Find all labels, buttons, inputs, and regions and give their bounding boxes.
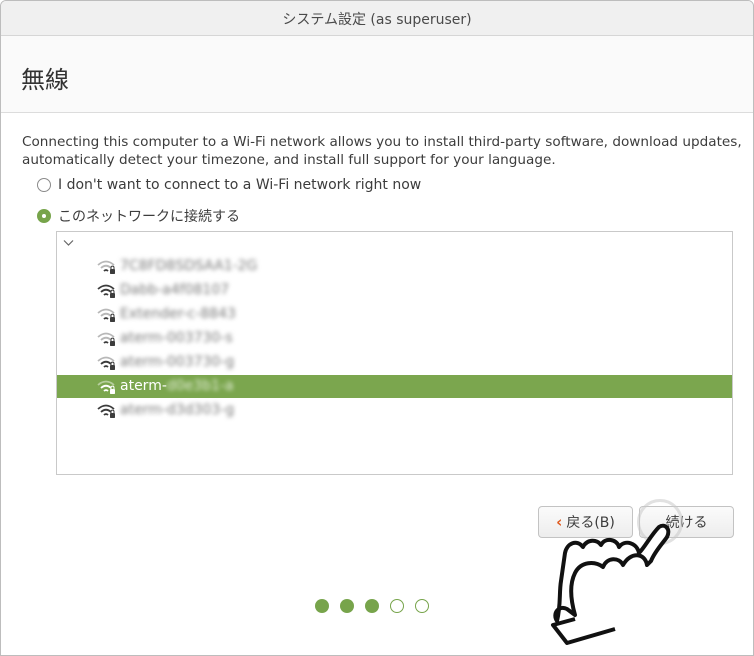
window-titlebar[interactable]: システム設定 (as superuser) bbox=[1, 1, 753, 36]
network-ssid-blurred: d0e3b1-a bbox=[166, 378, 234, 394]
network-row[interactable]: aterm-d3d303-g bbox=[57, 399, 732, 422]
radio-connect-network[interactable] bbox=[37, 209, 51, 223]
wifi-signal-lock-icon bbox=[97, 332, 115, 346]
network-row[interactable]: 7C8FD8SDSAA1-2G bbox=[57, 255, 732, 278]
progress-dot bbox=[415, 599, 429, 613]
progress-dot bbox=[365, 599, 379, 613]
page-title: 無線 bbox=[21, 66, 69, 94]
wifi-signal-lock-icon bbox=[97, 404, 115, 418]
pointing-hand-icon bbox=[551, 523, 671, 645]
installer-window: システム設定 (as superuser) 無線 Connecting this… bbox=[0, 0, 754, 656]
network-row[interactable]: aterm-d0e3b1-a bbox=[57, 375, 732, 398]
network-ssid: Dabb-a4f08107 bbox=[120, 282, 230, 298]
wifi-signal-lock-icon bbox=[97, 308, 115, 322]
network-ssid-visible: aterm- bbox=[120, 378, 167, 394]
network-row[interactable]: aterm-003730-g bbox=[57, 351, 732, 374]
wifi-signal-lock-icon bbox=[97, 260, 115, 274]
progress-dot bbox=[315, 599, 329, 613]
page-description: Connecting this computer to a Wi-Fi netw… bbox=[22, 134, 742, 168]
progress-dot bbox=[340, 599, 354, 613]
network-row[interactable]: aterm-003730-s bbox=[57, 327, 732, 350]
network-ssid: aterm-003730-g bbox=[120, 354, 235, 370]
radio-no-wifi[interactable] bbox=[37, 178, 51, 192]
chevron-down-icon[interactable] bbox=[63, 236, 74, 250]
network-ssid: aterm-003730-s bbox=[120, 330, 233, 346]
network-ssid: aterm-d0e3b1-a bbox=[120, 375, 234, 398]
option-no-wifi-label: I don't want to connect to a Wi-Fi netwo… bbox=[58, 177, 422, 193]
network-ssid: Extender-c-8843 bbox=[120, 306, 236, 322]
network-row[interactable]: Extender-c-8843 bbox=[57, 303, 732, 326]
progress-dots bbox=[315, 599, 429, 613]
network-ssid: aterm-d3d303-g bbox=[120, 402, 235, 418]
network-row[interactable]: Dabb-a4f08107 bbox=[57, 279, 732, 302]
network-list[interactable]: 7C8FD8SDSAA1-2G Dabb-a4f08107 Extender-c-8… bbox=[56, 231, 733, 475]
option-connect-network[interactable]: このネットワークに接続する bbox=[37, 206, 240, 226]
page-header: 無線 bbox=[1, 36, 753, 113]
progress-dot bbox=[390, 599, 404, 613]
window-title: システム設定 (as superuser) bbox=[282, 12, 472, 28]
wifi-signal-lock-icon bbox=[97, 380, 115, 394]
wifi-signal-lock-icon bbox=[97, 284, 115, 298]
network-ssid: 7C8FD8SDSAA1-2G bbox=[120, 258, 258, 274]
option-connect-network-label: このネットワークに接続する bbox=[58, 209, 240, 225]
wifi-signal-lock-icon bbox=[97, 356, 115, 370]
option-no-wifi[interactable]: I don't want to connect to a Wi-Fi netwo… bbox=[37, 175, 421, 195]
